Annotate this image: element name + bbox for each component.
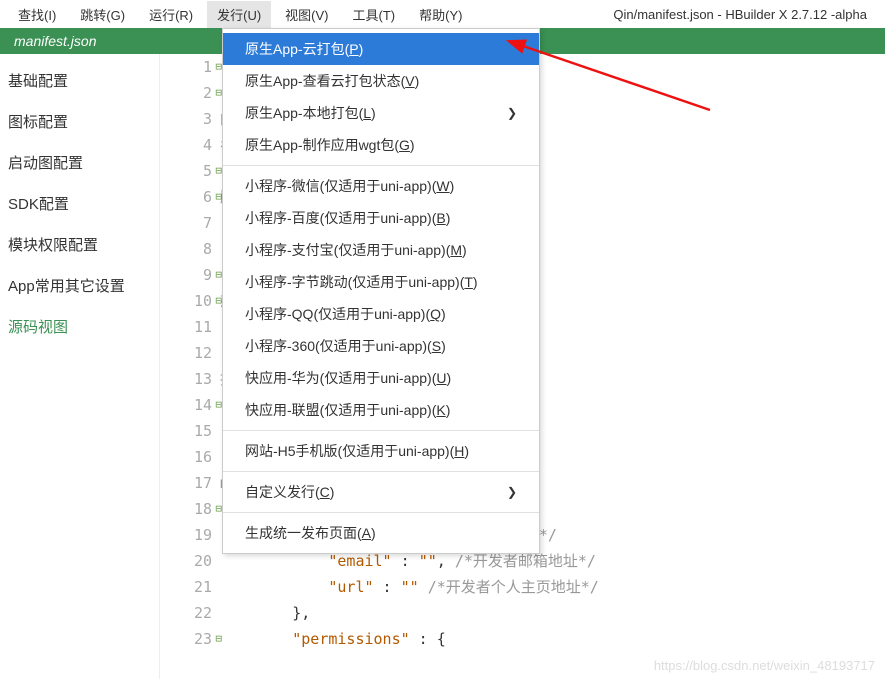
sidebar-item-app-other[interactable]: App常用其它设置 xyxy=(0,265,159,306)
sidebar-item-source[interactable]: 源码视图 xyxy=(0,306,159,347)
sidebar-item-basic[interactable]: 基础配置 xyxy=(0,60,159,101)
dropdown-item[interactable]: 原生App-本地打包(L)❯ xyxy=(223,97,539,129)
chevron-right-icon: ❯ xyxy=(507,106,517,120)
dropdown-item[interactable]: 自定义发行(C)❯ xyxy=(223,476,539,508)
dropdown-item[interactable]: 原生App-查看云打包状态(V) xyxy=(223,65,539,97)
dropdown-item[interactable]: 小程序-QQ(仅适用于uni-app)(Q) xyxy=(223,298,539,330)
window-title: Qin/manifest.json - HBuilder X 2.7.12 -a… xyxy=(613,7,877,22)
menu-run[interactable]: 运行(R) xyxy=(139,1,203,28)
menu-view[interactable]: 视图(V) xyxy=(275,1,338,28)
tab-manifest[interactable]: manifest.json xyxy=(0,29,110,53)
menu-tools[interactable]: 工具(T) xyxy=(343,1,406,28)
dropdown-item[interactable]: 快应用-联盟(仅适用于uni-app)(K) xyxy=(223,394,539,426)
menu-find[interactable]: 查找(I) xyxy=(8,1,66,28)
dropdown-item[interactable]: 小程序-微信(仅适用于uni-app)(W) xyxy=(223,170,539,202)
watermark: https://blog.csdn.net/weixin_48193717 xyxy=(654,658,875,673)
dropdown-item[interactable]: 网站-H5手机版(仅适用于uni-app)(H) xyxy=(223,435,539,467)
sidebar-item-module[interactable]: 模块权限配置 xyxy=(0,224,159,265)
line-gutter: 1⊟2⊟345⊟6⊟789⊟10⊟11121314⊟15161718⊟19202… xyxy=(160,54,220,679)
dropdown-item[interactable]: 小程序-支付宝(仅适用于uni-app)(M) xyxy=(223,234,539,266)
publish-dropdown: 原生App-云打包(P)原生App-查看云打包状态(V)原生App-本地打包(L… xyxy=(222,28,540,554)
dropdown-item[interactable]: 小程序-百度(仅适用于uni-app)(B) xyxy=(223,202,539,234)
sidebar-item-splash[interactable]: 启动图配置 xyxy=(0,142,159,183)
dropdown-item[interactable]: 原生App-制作应用wgt包(G) xyxy=(223,129,539,161)
dropdown-item[interactable]: 快应用-华为(仅适用于uni-app)(U) xyxy=(223,362,539,394)
dropdown-item[interactable]: 小程序-字节跳动(仅适用于uni-app)(T) xyxy=(223,266,539,298)
menu-help[interactable]: 帮助(Y) xyxy=(409,1,472,28)
sidebar-item-sdk[interactable]: SDK配置 xyxy=(0,183,159,224)
sidebar-item-icon[interactable]: 图标配置 xyxy=(0,101,159,142)
dropdown-item[interactable]: 原生App-云打包(P) xyxy=(223,33,539,65)
menu-publish[interactable]: 发行(U) xyxy=(207,1,271,28)
dropdown-item[interactable]: 小程序-360(仅适用于uni-app)(S) xyxy=(223,330,539,362)
sidebar: 基础配置 图标配置 启动图配置 SDK配置 模块权限配置 App常用其它设置 源… xyxy=(0,54,160,679)
menubar: 查找(I) 跳转(G) 运行(R) 发行(U) 视图(V) 工具(T) 帮助(Y… xyxy=(0,0,885,28)
chevron-right-icon: ❯ xyxy=(507,485,517,499)
dropdown-item[interactable]: 生成统一发布页面(A) xyxy=(223,517,539,549)
menu-goto[interactable]: 跳转(G) xyxy=(70,1,135,28)
